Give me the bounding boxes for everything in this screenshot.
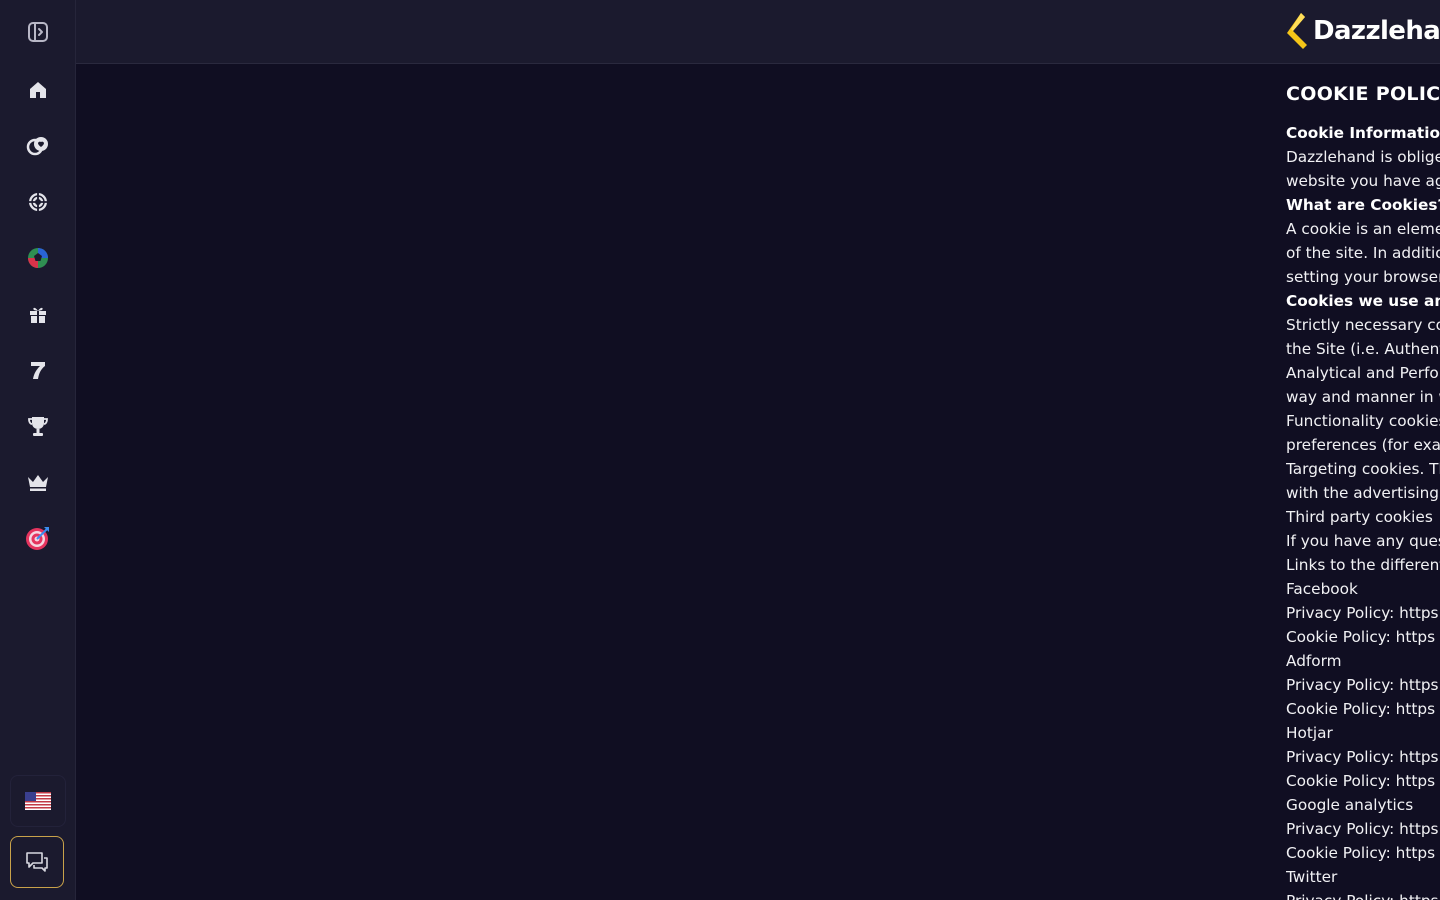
crown-icon	[28, 475, 48, 491]
slot-seven-icon	[31, 362, 45, 379]
policy-line: Cookie Policy: https	[1286, 844, 1436, 862]
policy-text: Cookie Information Dazzlehand is obliged …	[1286, 121, 1440, 900]
logo-mark-icon	[1287, 13, 1307, 49]
top-bar: Dazzlehand	[76, 0, 1440, 64]
policy-line: website you have agreed	[1286, 172, 1440, 190]
policy-line: Cookie Policy: https	[1286, 700, 1436, 718]
sidebar	[0, 0, 76, 900]
target-icon	[26, 527, 49, 550]
policy-line: Cookie Policy: https	[1286, 772, 1436, 790]
policy-line: Links to the different	[1286, 556, 1440, 574]
policy-line: Strictly necessary cookies	[1286, 316, 1440, 334]
sidebar-item-tournaments[interactable]	[14, 406, 62, 446]
sports-ball-icon	[29, 193, 47, 211]
policy-line: Privacy Policy: https	[1286, 889, 1440, 900]
sidebar-item-home[interactable]	[14, 70, 62, 110]
policy-line: Privacy Policy: https	[1286, 820, 1439, 838]
policy-line: setting your browser	[1286, 268, 1440, 286]
live-sports-icon	[28, 248, 48, 268]
collapse-sidebar-button[interactable]	[14, 12, 62, 52]
language-selector-button[interactable]	[10, 775, 66, 827]
policy-line: Targeting cookies. These	[1286, 460, 1440, 478]
logo[interactable]: Dazzlehand	[1285, 10, 1440, 52]
gift-icon	[30, 307, 46, 323]
policy-heading: Cookie Information	[1286, 124, 1440, 142]
live-chat-button[interactable]	[10, 836, 64, 888]
policy-line: Dazzlehand is obliged to	[1286, 148, 1440, 166]
policy-line: preferences (for example	[1286, 436, 1440, 454]
policy-line: Privacy Policy: https	[1286, 748, 1439, 766]
sidebar-item-live-sports[interactable]	[14, 238, 62, 278]
logo-text: Dazzlehand	[1313, 16, 1440, 46]
trophy-icon	[28, 417, 48, 436]
sidebar-item-promotions[interactable]	[14, 294, 62, 334]
policy-line: Functionality cookies	[1286, 412, 1440, 430]
policy-line: Third party cookies	[1286, 508, 1433, 526]
collapse-sidebar-icon	[28, 22, 48, 42]
policy-line: If you have any questions	[1286, 532, 1440, 550]
policy-line: way and manner in which	[1286, 388, 1440, 406]
sidebar-item-vip[interactable]	[14, 462, 62, 502]
sidebar-item-slots[interactable]	[14, 350, 62, 390]
home-icon	[30, 82, 46, 98]
policy-heading: What are Cookies?	[1286, 196, 1440, 214]
policy-line: of the site. In addition	[1286, 244, 1440, 262]
policy-line: Cookie Policy: https	[1286, 628, 1436, 646]
cookie-policy-content: COOKIE POLICY Cookie Information Dazzleha…	[1286, 80, 1440, 900]
policy-line: Google analytics	[1286, 796, 1414, 814]
policy-heading: Cookies we use and	[1286, 292, 1440, 310]
policy-line: Privacy Policy: https	[1286, 604, 1439, 622]
policy-line: Twitter	[1286, 868, 1338, 886]
page-title: COOKIE POLICY	[1286, 83, 1440, 105]
casino-chips-icon	[26, 137, 48, 156]
policy-line: Hotjar	[1286, 724, 1333, 742]
policy-line: Privacy Policy: https	[1286, 676, 1439, 694]
policy-line: Facebook	[1286, 580, 1358, 598]
chat-icon	[26, 852, 48, 872]
sidebar-item-sports[interactable]	[14, 182, 62, 222]
policy-line: A cookie is an element of	[1286, 220, 1440, 238]
policy-line: with the advertising	[1286, 484, 1439, 502]
us-flag-icon	[25, 792, 51, 810]
policy-line: the Site (i.e. Authentication	[1286, 340, 1440, 358]
sidebar-item-casino[interactable]	[14, 126, 62, 166]
policy-line: Adform	[1286, 652, 1342, 670]
sidebar-item-missions[interactable]	[14, 518, 62, 558]
policy-line: Analytical and Performance	[1286, 364, 1440, 382]
